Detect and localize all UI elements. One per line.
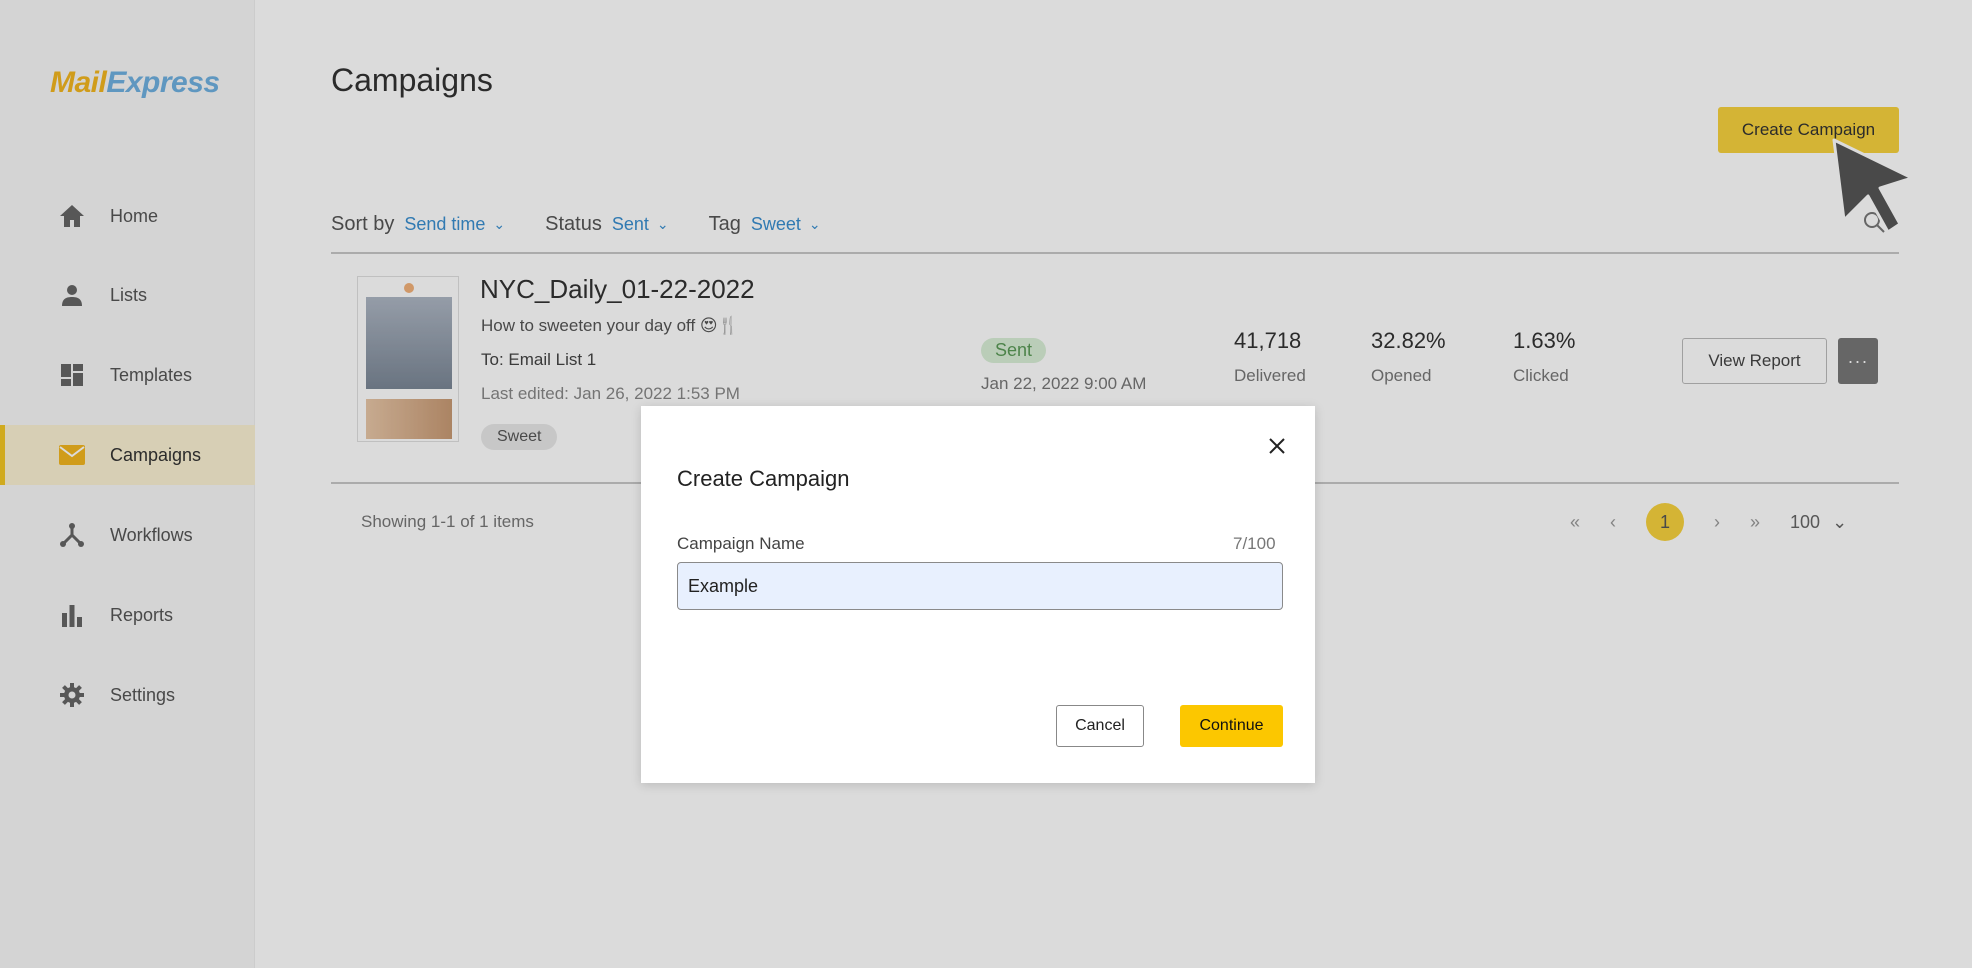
campaign-name-label: Campaign Name [677, 534, 805, 553]
dialog-title: Create Campaign [677, 466, 850, 491]
continue-button[interactable]: Continue [1180, 705, 1283, 747]
campaign-name-input[interactable] [677, 562, 1283, 610]
close-icon[interactable] [1265, 434, 1289, 458]
char-count: 7/100 [1233, 534, 1276, 553]
cancel-button[interactable]: Cancel [1056, 705, 1144, 747]
create-campaign-dialog: Create Campaign Campaign Name 7/100 Canc… [641, 406, 1315, 783]
